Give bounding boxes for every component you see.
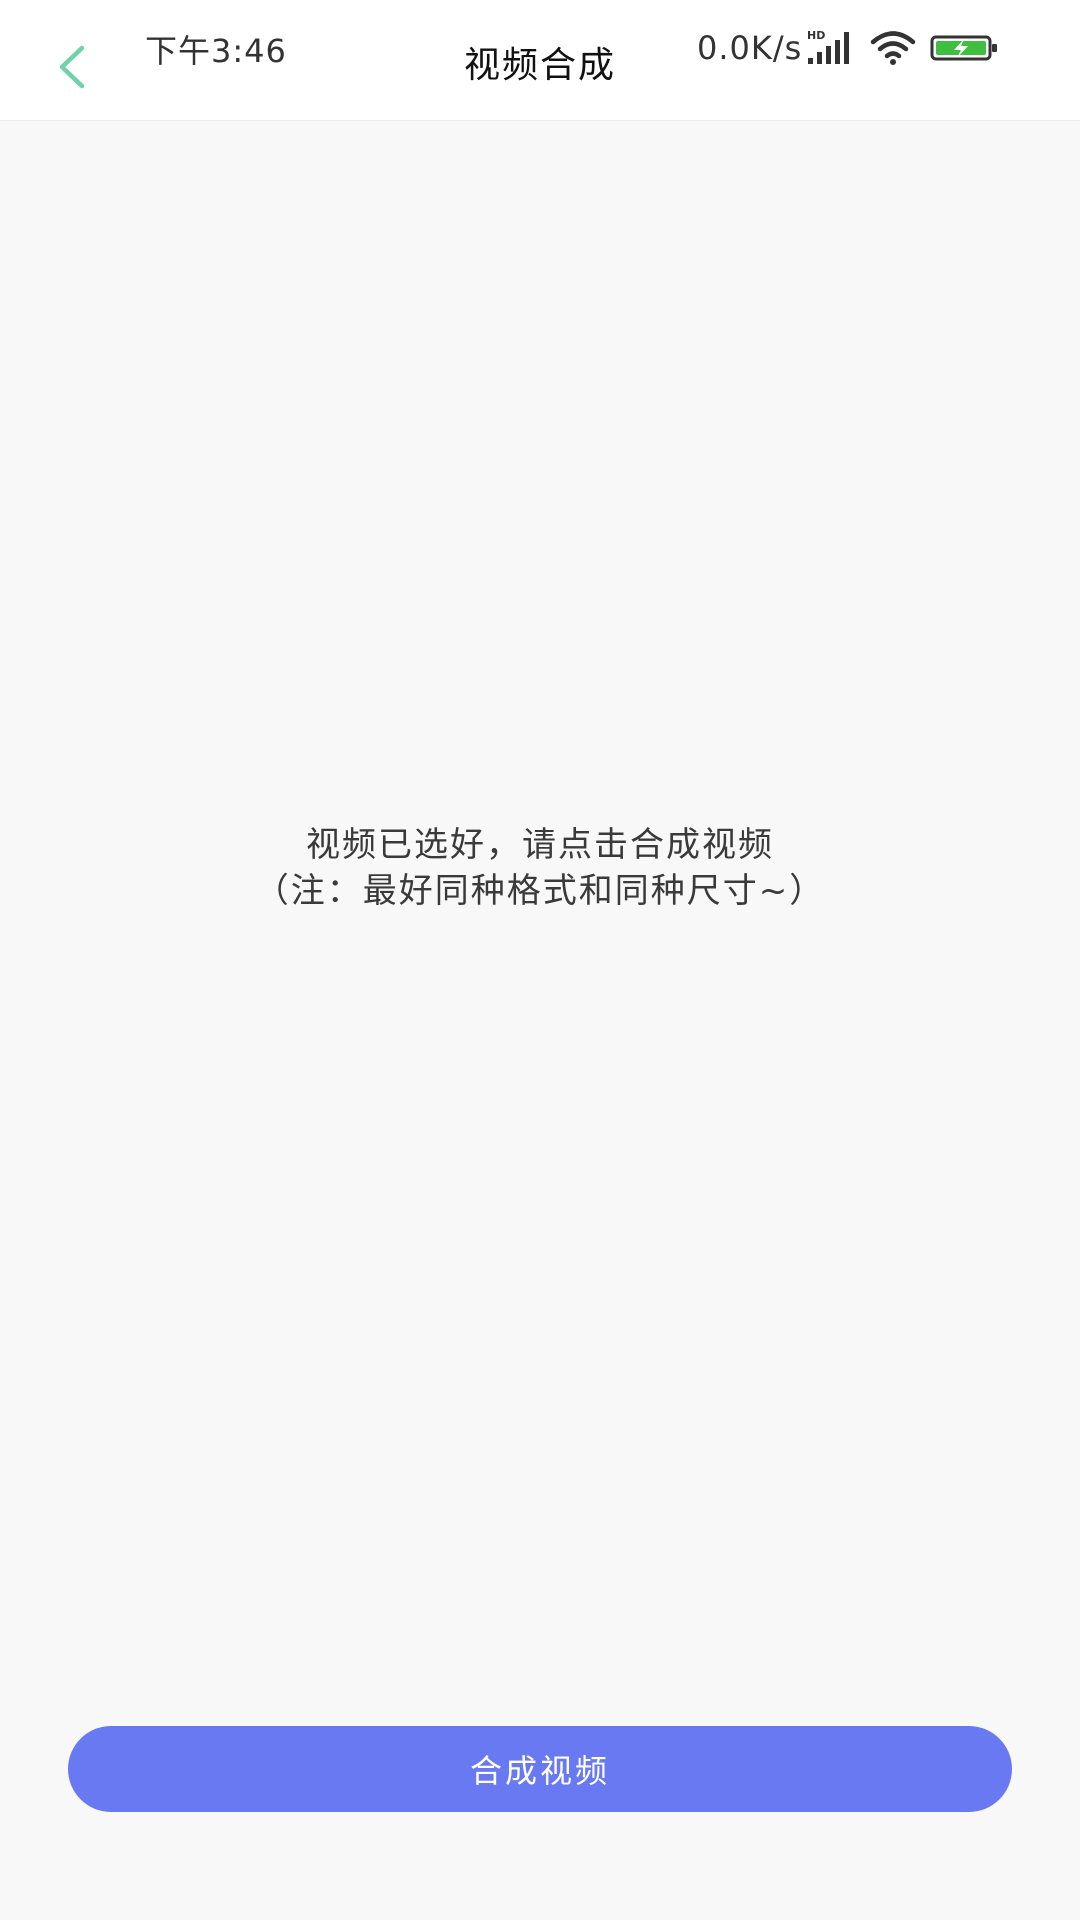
notice-line-2: （注：最好同种格式和同种尺寸~） — [254, 871, 826, 911]
merge-video-button[interactable]: 合成视频 — [68, 1726, 1012, 1812]
hd-badge: HD — [807, 29, 825, 42]
network-speed: 0.0K/s — [697, 29, 803, 67]
battery-charging-icon — [930, 35, 998, 61]
signal-icon: HD — [807, 29, 850, 64]
wifi-icon — [871, 31, 916, 65]
notice-line-1: 视频已选好，请点击合成视频 — [306, 825, 774, 865]
status-indicators: 0.0K/s HD — [697, 26, 1000, 70]
selection-notice: 视频已选好，请点击合成视频 （注：最好同种格式和同种尺寸~） — [0, 822, 1080, 914]
top-bar: 下午3:46 视频合成 0.0K/s HD — [0, 0, 1080, 121]
